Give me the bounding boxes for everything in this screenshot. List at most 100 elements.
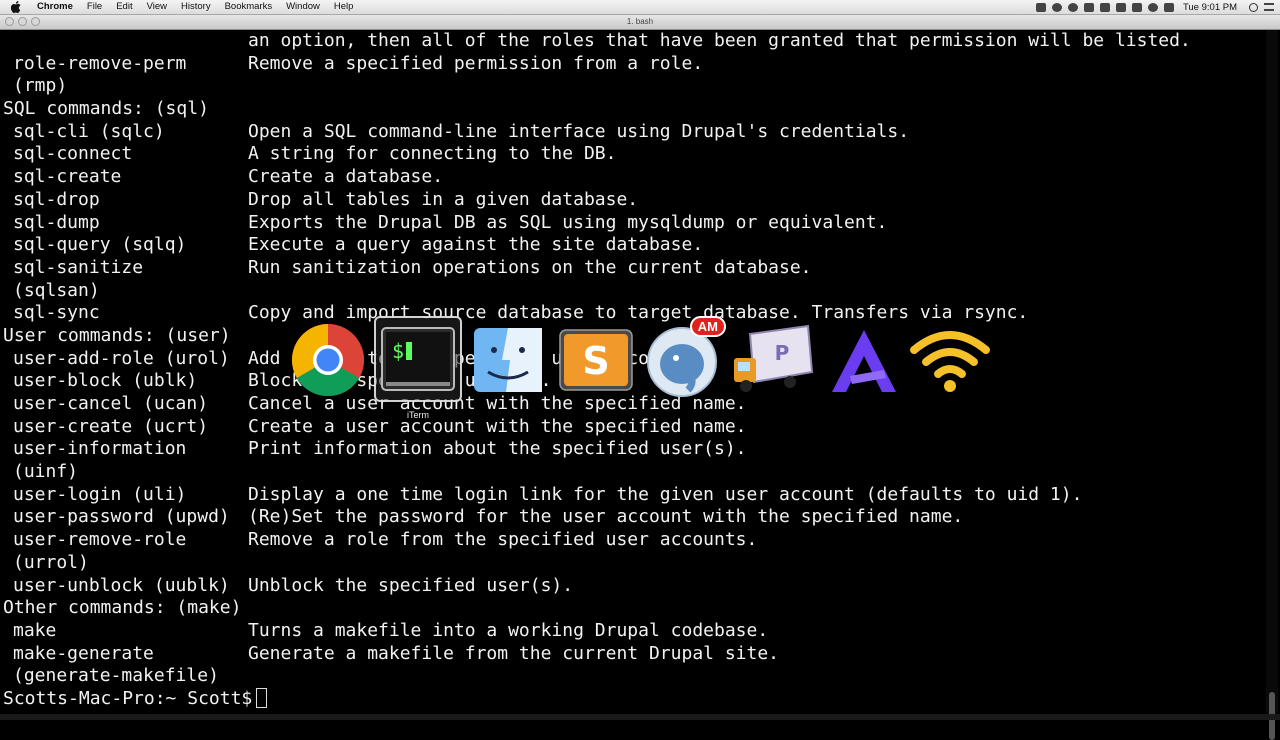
notification-center-icon[interactable] xyxy=(1264,3,1274,11)
terminal-line: role-remove-perm Remove a specified permi… xyxy=(3,53,1265,76)
transmit-app-icon[interactable]: P xyxy=(730,320,814,400)
finder-app-icon[interactable] xyxy=(468,320,548,400)
command-description: Display a one time login link for the gi… xyxy=(248,483,1083,505)
command-name: make-generate xyxy=(13,642,154,664)
command-name: user-information xyxy=(13,438,187,460)
command-name: user-add-role (urol) xyxy=(13,347,230,369)
terminal-line: make-generate Generate a makefile from th… xyxy=(3,643,1265,666)
chrome-app-icon[interactable] xyxy=(288,320,368,400)
command-description: Drop all tables in a given database. xyxy=(248,188,639,210)
menu-view[interactable]: View xyxy=(140,0,174,14)
terminal-line: sql-dump Exports the Drupal DB as SQL usi… xyxy=(3,212,1265,235)
command-name: make xyxy=(13,619,57,641)
command-name: user-login (uli) xyxy=(13,483,187,505)
command-name: (generate-makefile) xyxy=(13,665,219,687)
terminal-line: (uinf) xyxy=(3,461,1265,484)
svg-text:S: S xyxy=(582,339,609,383)
terminal-line: (urrol) xyxy=(3,552,1265,575)
menu-edit[interactable]: Edit xyxy=(109,0,139,14)
terminal-line: user-remove-role Remove a role from the s… xyxy=(3,529,1265,552)
command-name: sql-sync xyxy=(13,302,100,324)
command-group-header: SQL commands: (sql) xyxy=(3,98,209,120)
command-name: user-block (ublk) xyxy=(13,370,198,392)
display-icon[interactable] xyxy=(1115,2,1126,12)
command-name: sql-drop xyxy=(13,188,100,210)
text-cursor xyxy=(256,687,268,708)
terminal-line: sql-sanitize Run sanitization operations … xyxy=(3,257,1265,280)
command-name: user-cancel (ucan) xyxy=(13,393,209,414)
command-name: (rmp) xyxy=(13,75,68,97)
apple-menu-icon[interactable] xyxy=(10,1,22,13)
menu-window[interactable]: Window xyxy=(279,0,327,14)
terminal-line: make Turns a makefile into a working Drup… xyxy=(3,620,1265,643)
volume-icon[interactable] xyxy=(1163,2,1174,12)
command-description: Create a user account with the specified… xyxy=(248,415,747,437)
terminal-line: (rmp) xyxy=(3,75,1265,98)
command-name: sql-connect xyxy=(13,143,133,165)
command-description: Remove a specified permission from a rol… xyxy=(248,52,704,74)
command-name: sql-query (sqlq) xyxy=(13,234,187,256)
menu-bookmarks[interactable]: Bookmarks xyxy=(218,0,280,14)
screen-record-icon[interactable] xyxy=(1035,2,1046,12)
notification-badge: AM xyxy=(689,316,726,337)
terminal-line: SQL commands: (sql) xyxy=(3,98,1265,121)
svg-text:P: P xyxy=(775,341,790,365)
command-description: Create a database. xyxy=(248,166,444,188)
command-name: sql-create xyxy=(13,166,122,188)
status-tray: Tue 9:01 PM xyxy=(1033,0,1280,14)
menu-help[interactable]: Help xyxy=(327,0,361,14)
chrome-tray-icon[interactable] xyxy=(1067,2,1078,12)
shell-prompt: Scotts-Mac-Pro:~ Scott$ xyxy=(3,687,253,709)
menu-app-name[interactable]: Chrome xyxy=(30,0,80,14)
command-description: Execute a query against the site databas… xyxy=(248,234,704,256)
window-status-bar xyxy=(0,714,1280,720)
terminal-line: sql-query (sqlq) Execute a query against … xyxy=(3,234,1265,257)
command-description: Print information about the specified us… xyxy=(248,438,747,460)
terminal-line: sql-create Create a database. xyxy=(3,166,1265,189)
utility-icon[interactable] xyxy=(1051,2,1062,12)
menu-history[interactable]: History xyxy=(174,0,218,14)
command-description: Exports the Drupal DB as SQL using mysql… xyxy=(248,211,888,233)
command-name: sql-cli (sqlc) xyxy=(13,120,165,142)
bluetooth-icon[interactable] xyxy=(1131,2,1142,12)
command-name: sql-sanitize xyxy=(13,256,144,278)
command-name: sql-dump xyxy=(13,211,100,233)
command-name: (sqlsan) xyxy=(13,279,100,301)
command-description: Turns a makefile into a working Drupal c… xyxy=(248,619,769,641)
command-description: an option, then all of the roles that ha… xyxy=(248,30,1191,51)
command-description: Remove a role from the specified user ac… xyxy=(248,529,758,551)
command-group-header: User commands: (user) xyxy=(3,324,231,346)
terminal-line: an option, then all of the roles that ha… xyxy=(3,30,1265,53)
command-name: (uinf) xyxy=(13,461,79,483)
selected-app-label: iTerm xyxy=(407,410,429,420)
dropbox-icon[interactable] xyxy=(1099,2,1110,12)
app-switcher: $ iTerm S AM P xyxy=(284,312,1000,420)
command-description: Run sanitization operations on the curre… xyxy=(248,256,812,278)
menubar-clock[interactable]: Tue 9:01 PM xyxy=(1177,2,1243,13)
sequel-pro-app-icon[interactable]: AM xyxy=(642,316,726,400)
command-name: (urrol) xyxy=(13,551,89,573)
arc-app-icon[interactable] xyxy=(824,320,904,400)
shell-prompt-line[interactable]: Scotts-Mac-Pro:~ Scott$ xyxy=(3,687,1265,711)
sublime-app-icon[interactable]: S xyxy=(556,320,636,400)
wifi-app-icon[interactable] xyxy=(908,320,990,400)
command-description: (Re)Set the password for the user accoun… xyxy=(248,506,964,528)
window-title: 1. bash xyxy=(626,17,654,26)
menu-file[interactable]: File xyxy=(80,0,109,14)
terminal-line: (generate-makefile) xyxy=(3,665,1265,688)
terminal-line: sql-drop Drop all tables in a given datab… xyxy=(3,189,1265,212)
terminal-line: user-password (upwd) (Re)Set the password… xyxy=(3,506,1265,529)
iterm-app-icon[interactable]: $ iTerm xyxy=(374,316,462,420)
time-machine-icon[interactable] xyxy=(1147,2,1158,12)
command-name: user-unblock (uublk) xyxy=(13,574,230,596)
command-name: user-password (upwd) xyxy=(13,506,230,528)
terminal-scrollbar[interactable] xyxy=(1266,30,1278,740)
command-name: user-remove-role xyxy=(13,529,187,551)
terminal-line: sql-connect A string for connecting to th… xyxy=(3,143,1265,166)
terminal-line: user-login (uli) Display a one time login… xyxy=(3,484,1265,507)
command-name: role-remove-perm xyxy=(13,52,187,74)
spotlight-search-icon[interactable] xyxy=(1249,2,1258,12)
terminal-line: sql-cli (sqlc) Open a SQL command-line in… xyxy=(3,121,1265,144)
command-description: Open a SQL command-line interface using … xyxy=(248,120,910,142)
cloud-icon[interactable] xyxy=(1083,2,1094,12)
